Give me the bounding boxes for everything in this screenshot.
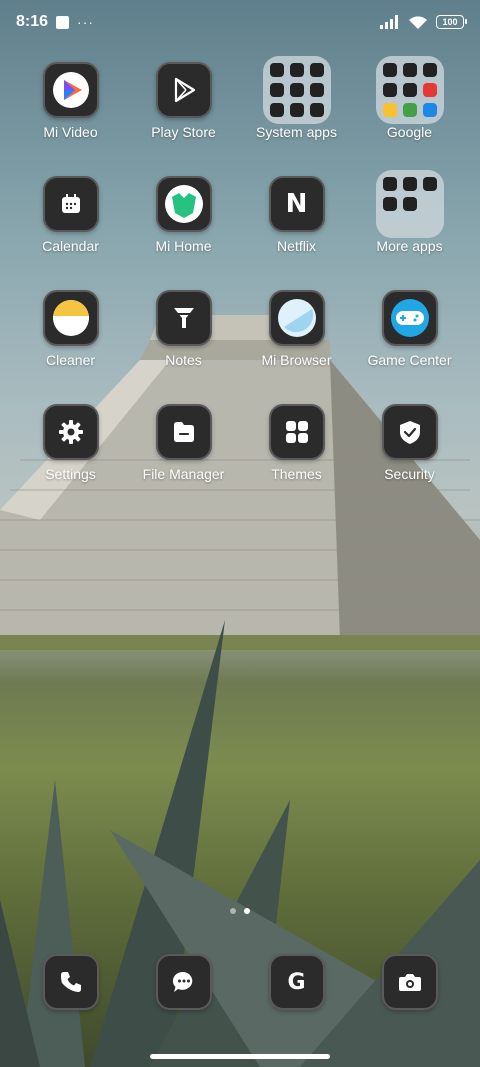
folder-google[interactable]: Google bbox=[353, 56, 466, 140]
app-label: Game Center bbox=[367, 352, 452, 368]
folder-icon bbox=[262, 56, 331, 124]
dock-camera[interactable] bbox=[353, 954, 466, 1010]
page-dot-active[interactable] bbox=[244, 908, 250, 914]
app-netflix[interactable]: N Netflix bbox=[240, 176, 353, 254]
messages-icon bbox=[155, 954, 212, 1010]
app-grid: Mi Video Play Store System apps Google C… bbox=[14, 56, 466, 482]
app-label: Cleaner bbox=[45, 352, 96, 368]
folder-more-apps[interactable]: More apps bbox=[353, 170, 466, 254]
app-label: Calendar bbox=[42, 238, 99, 254]
shield-icon bbox=[381, 404, 438, 460]
app-label: Google bbox=[386, 124, 433, 140]
folder-icon bbox=[375, 56, 444, 124]
clock: 8:16 bbox=[16, 13, 49, 30]
more-notifications-icon: ··· bbox=[77, 14, 95, 30]
app-label: Themes bbox=[271, 466, 322, 482]
notes-icon bbox=[155, 290, 212, 346]
phone-icon bbox=[42, 954, 99, 1010]
app-calendar[interactable]: Calendar bbox=[14, 176, 127, 254]
netflix-letter: N bbox=[285, 189, 308, 219]
app-mi-home[interactable]: Mi Home bbox=[127, 176, 240, 254]
app-mi-browser[interactable]: Mi Browser bbox=[240, 290, 353, 368]
app-label: Mi Home bbox=[155, 238, 212, 254]
browser-icon bbox=[268, 290, 325, 346]
app-label: More apps bbox=[376, 238, 443, 254]
app-label: Netflix bbox=[277, 238, 316, 254]
app-themes[interactable]: Themes bbox=[240, 404, 353, 482]
app-label: Play Store bbox=[151, 124, 216, 140]
app-cleaner[interactable]: Cleaner bbox=[14, 290, 127, 368]
google-letter: G bbox=[287, 969, 306, 995]
page-dot[interactable] bbox=[230, 908, 236, 914]
app-security[interactable]: Security bbox=[353, 404, 466, 482]
home-indicator[interactable] bbox=[150, 1054, 330, 1059]
signal-icon bbox=[380, 15, 398, 29]
app-notes[interactable]: Notes bbox=[127, 290, 240, 368]
battery-icon: 100 bbox=[436, 15, 467, 29]
app-label: Notes bbox=[165, 352, 202, 368]
app-label: Security bbox=[384, 466, 435, 482]
app-file-manager[interactable]: File Manager bbox=[127, 404, 240, 482]
app-label: System apps bbox=[256, 124, 337, 140]
app-mi-video[interactable]: Mi Video bbox=[14, 62, 127, 140]
dock-google[interactable]: G bbox=[240, 954, 353, 1010]
game-center-icon bbox=[381, 290, 438, 346]
app-label: Mi Browser bbox=[261, 352, 332, 368]
camera-icon bbox=[381, 954, 438, 1010]
gear-icon bbox=[42, 404, 99, 460]
app-play-store[interactable]: Play Store bbox=[127, 62, 240, 140]
play-store-icon bbox=[155, 62, 212, 118]
netflix-icon: N bbox=[268, 176, 325, 232]
app-label: Mi Video bbox=[43, 124, 98, 140]
notification-icon bbox=[56, 15, 70, 29]
app-label: File Manager bbox=[142, 466, 225, 482]
mi-video-icon bbox=[42, 62, 99, 118]
dock-messages[interactable] bbox=[127, 954, 240, 1010]
app-settings[interactable]: Settings bbox=[14, 404, 127, 482]
app-game-center[interactable]: Game Center bbox=[353, 290, 466, 368]
cleaner-icon bbox=[42, 290, 99, 346]
folder-icon bbox=[375, 170, 444, 238]
page-indicator bbox=[0, 908, 480, 914]
calendar-icon bbox=[42, 176, 99, 232]
status-bar: 8:16 ··· 100 bbox=[0, 0, 480, 44]
mi-home-icon bbox=[155, 176, 212, 232]
folder-system-apps[interactable]: System apps bbox=[240, 56, 353, 140]
dock: G bbox=[14, 954, 466, 1010]
folder-file-icon bbox=[155, 404, 212, 460]
wifi-icon bbox=[409, 15, 427, 29]
themes-icon bbox=[268, 404, 325, 460]
app-label: Settings bbox=[45, 466, 96, 482]
dock-phone[interactable] bbox=[14, 954, 127, 1010]
google-icon: G bbox=[268, 954, 325, 1010]
